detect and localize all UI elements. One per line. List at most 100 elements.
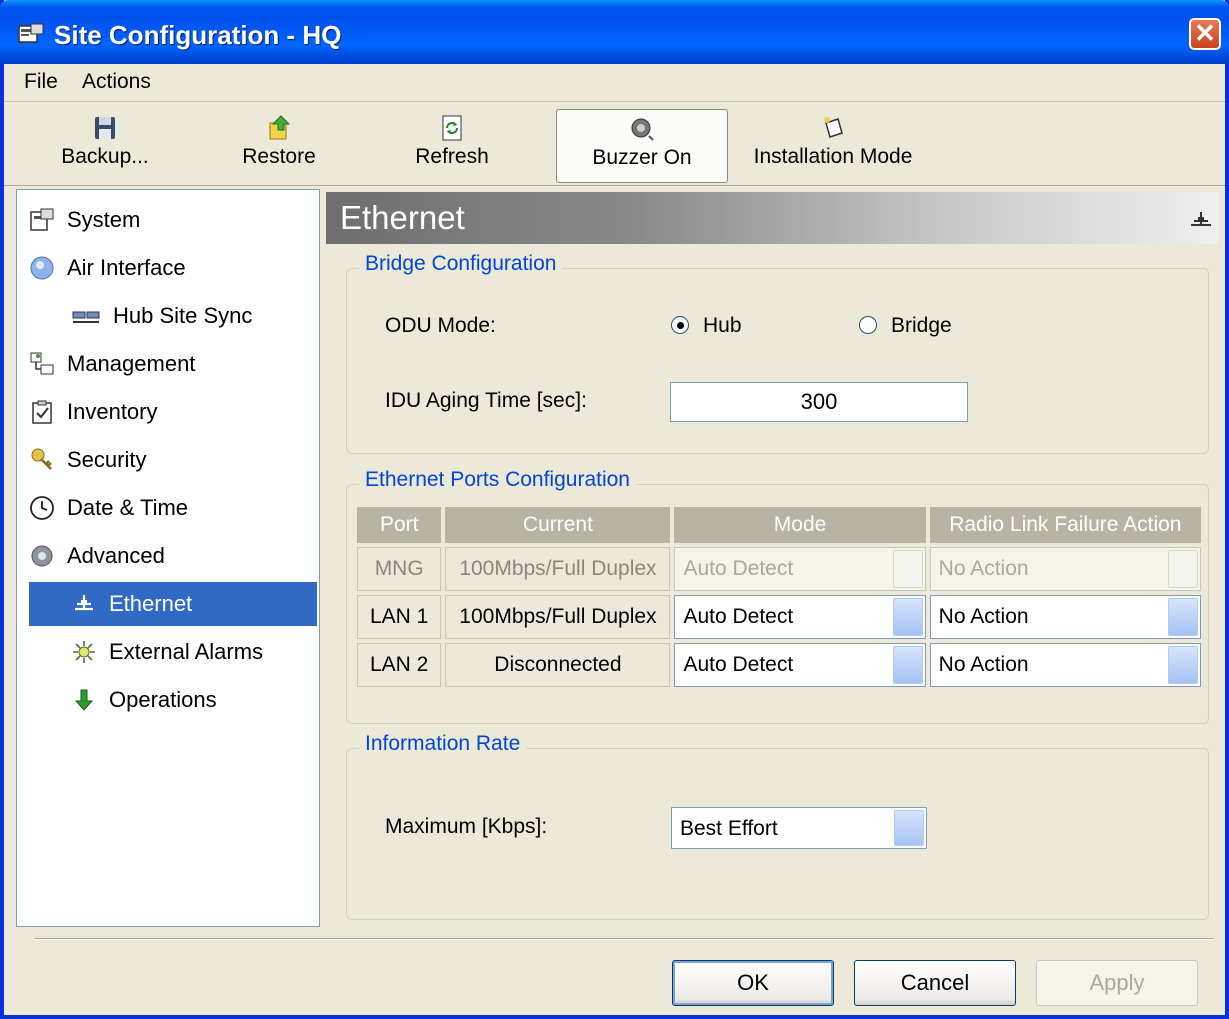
- mode-select-mng: Auto Detect: [674, 547, 926, 591]
- action-select-lan1[interactable]: No Action: [929, 595, 1201, 639]
- maximum-kbps-label: Maximum [Kbps]:: [385, 815, 548, 838]
- menu-bar: File Actions: [4, 64, 1225, 102]
- operations-icon: [74, 689, 94, 711]
- title-bar[interactable]: Site Configuration - HQ ✕: [0, 0, 1229, 64]
- mode-cell: Auto Detect: [674, 547, 926, 591]
- table-row-mng: MNG 100Mbps/Full Duplex Auto Detect No A…: [357, 547, 1201, 591]
- column-header-port: Port: [357, 507, 442, 543]
- chevron-down-icon[interactable]: [1168, 598, 1198, 636]
- installation-mode-icon: [824, 117, 843, 138]
- floppy-disk-icon: [95, 117, 115, 139]
- refresh-button[interactable]: Refresh: [404, 109, 500, 183]
- security-icon: [31, 448, 52, 470]
- inventory-icon: [32, 400, 52, 424]
- idu-aging-time-label: IDU Aging Time [sec]:: [385, 389, 587, 412]
- sidebar-item-security[interactable]: Security: [29, 438, 309, 482]
- hub-radio-label[interactable]: Hub: [703, 314, 742, 338]
- port-cell: LAN 1: [357, 595, 442, 639]
- sidebar-item-external-alarms[interactable]: External Alarms: [71, 630, 309, 674]
- hub-radio[interactable]: [671, 316, 689, 334]
- management-icon: [30, 352, 54, 375]
- air-interface-icon: [30, 256, 54, 280]
- buzzer-label: Buzzer On: [592, 146, 692, 169]
- sidebar-tree: System Air Interface Hub Site Sync Manag…: [16, 189, 320, 927]
- menu-actions[interactable]: Actions: [82, 70, 151, 94]
- action-select-value: No Action: [938, 653, 1029, 676]
- column-header-current: Current: [445, 507, 671, 543]
- window-icon: [18, 23, 44, 43]
- table-row-lan1: LAN 1 100Mbps/Full Duplex Auto Detect No…: [357, 595, 1201, 639]
- chevron-down-icon[interactable]: [894, 810, 924, 846]
- installation-mode-button[interactable]: Installation Mode: [748, 109, 918, 183]
- installation-mode-label: Installation Mode: [753, 145, 913, 168]
- bridge-configuration-legend: Bridge Configuration: [359, 252, 563, 276]
- sidebar-item-label: Management: [67, 351, 196, 376]
- backup-button[interactable]: Backup...: [50, 109, 160, 183]
- sidebar-item-ethernet[interactable]: Ethernet: [29, 582, 317, 626]
- clock-icon: [30, 496, 54, 520]
- bridge-configuration-group: Bridge Configuration ODU Mode: Hub Bridg…: [346, 252, 1209, 454]
- window-title: Site Configuration - HQ: [54, 20, 342, 50]
- mode-select-lan2[interactable]: Auto Detect: [674, 643, 926, 687]
- column-header-radio-link-failure-action: Radio Link Failure Action: [929, 507, 1201, 543]
- ethernet-icon: [1191, 212, 1211, 226]
- buzzer-toggle[interactable]: Buzzer On: [556, 109, 728, 183]
- port-cell: LAN 2: [357, 643, 442, 687]
- action-cell: No Action: [929, 595, 1201, 639]
- sidebar-item-label: Air Interface: [67, 255, 186, 280]
- sidebar-item-operations[interactable]: Operations: [71, 678, 309, 722]
- alarm-icon: [73, 641, 95, 663]
- action-select-lan2[interactable]: No Action: [929, 643, 1201, 687]
- current-cell: 100Mbps/Full Duplex: [445, 595, 671, 639]
- information-rate-group: Information Rate Maximum [Kbps]: Best Ef…: [346, 732, 1209, 920]
- apply-button[interactable]: Apply: [1036, 960, 1198, 1006]
- ports-table-header: Port Current Mode Radio Link Failure Act…: [357, 507, 1201, 543]
- chevron-down-icon[interactable]: [1168, 646, 1198, 684]
- column-header-mode: Mode: [674, 507, 926, 543]
- restore-button[interactable]: Restore: [232, 109, 326, 183]
- sidebar-item-label: Date & Time: [67, 495, 189, 520]
- ethernet-icon: [75, 595, 93, 611]
- sidebar-item-advanced[interactable]: Advanced: [29, 534, 309, 578]
- table-row-lan2: LAN 2 Disconnected Auto Detect No Action: [357, 643, 1201, 687]
- action-select-mng: No Action: [929, 547, 1201, 591]
- sidebar-item-system[interactable]: System: [29, 198, 309, 242]
- action-select-value: No Action: [938, 605, 1029, 628]
- bridge-radio-label[interactable]: Bridge: [891, 314, 952, 338]
- backup-label: Backup...: [61, 145, 149, 168]
- bridge-radio[interactable]: [859, 316, 877, 334]
- menu-file[interactable]: File: [24, 70, 58, 94]
- refresh-label: Refresh: [415, 145, 489, 168]
- mode-cell: Auto Detect: [674, 595, 926, 639]
- action-select-value: No Action: [938, 557, 1029, 580]
- close-button[interactable]: ✕: [1189, 18, 1221, 50]
- action-cell: No Action: [929, 547, 1201, 591]
- port-cell: MNG: [357, 547, 442, 591]
- sidebar-item-hub-site-sync[interactable]: Hub Site Sync: [71, 294, 309, 338]
- toolbar: Backup... Restore Refresh Buzzer On Inst…: [4, 103, 1225, 186]
- sidebar-item-label: Hub Site Sync: [113, 303, 253, 328]
- chevron-down-icon[interactable]: [892, 598, 923, 636]
- sidebar-item-air-interface[interactable]: Air Interface: [29, 246, 309, 290]
- action-cell: No Action: [929, 643, 1201, 687]
- sidebar-item-label: External Alarms: [109, 639, 264, 664]
- ok-button[interactable]: OK: [672, 960, 834, 1006]
- system-icon: [30, 208, 54, 231]
- hub-site-sync-icon: [72, 311, 100, 323]
- cancel-button[interactable]: Cancel: [854, 960, 1016, 1006]
- refresh-icon: [442, 115, 462, 141]
- buzzer-icon: [631, 118, 654, 141]
- sidebar-item-inventory[interactable]: Inventory: [29, 390, 309, 434]
- idu-aging-time-input[interactable]: 300: [670, 382, 968, 422]
- current-cell: Disconnected: [445, 643, 671, 687]
- maximum-kbps-select[interactable]: Best Effort: [671, 807, 927, 849]
- mode-select-lan1[interactable]: Auto Detect: [674, 595, 926, 639]
- chevron-down-icon[interactable]: [892, 646, 923, 684]
- ethernet-panel: Ethernet Bridge Configuration ODU Mode: …: [326, 192, 1219, 927]
- sidebar-item-management[interactable]: Management: [29, 342, 309, 386]
- sidebar-item-label: System: [67, 207, 141, 232]
- site-configuration-window: Site Configuration - HQ ✕ File Actions B…: [0, 0, 1229, 1019]
- maximum-kbps-value: Best Effort: [680, 817, 778, 840]
- sidebar-item-date-time[interactable]: Date & Time: [29, 486, 309, 530]
- odu-mode-label: ODU Mode:: [385, 314, 496, 337]
